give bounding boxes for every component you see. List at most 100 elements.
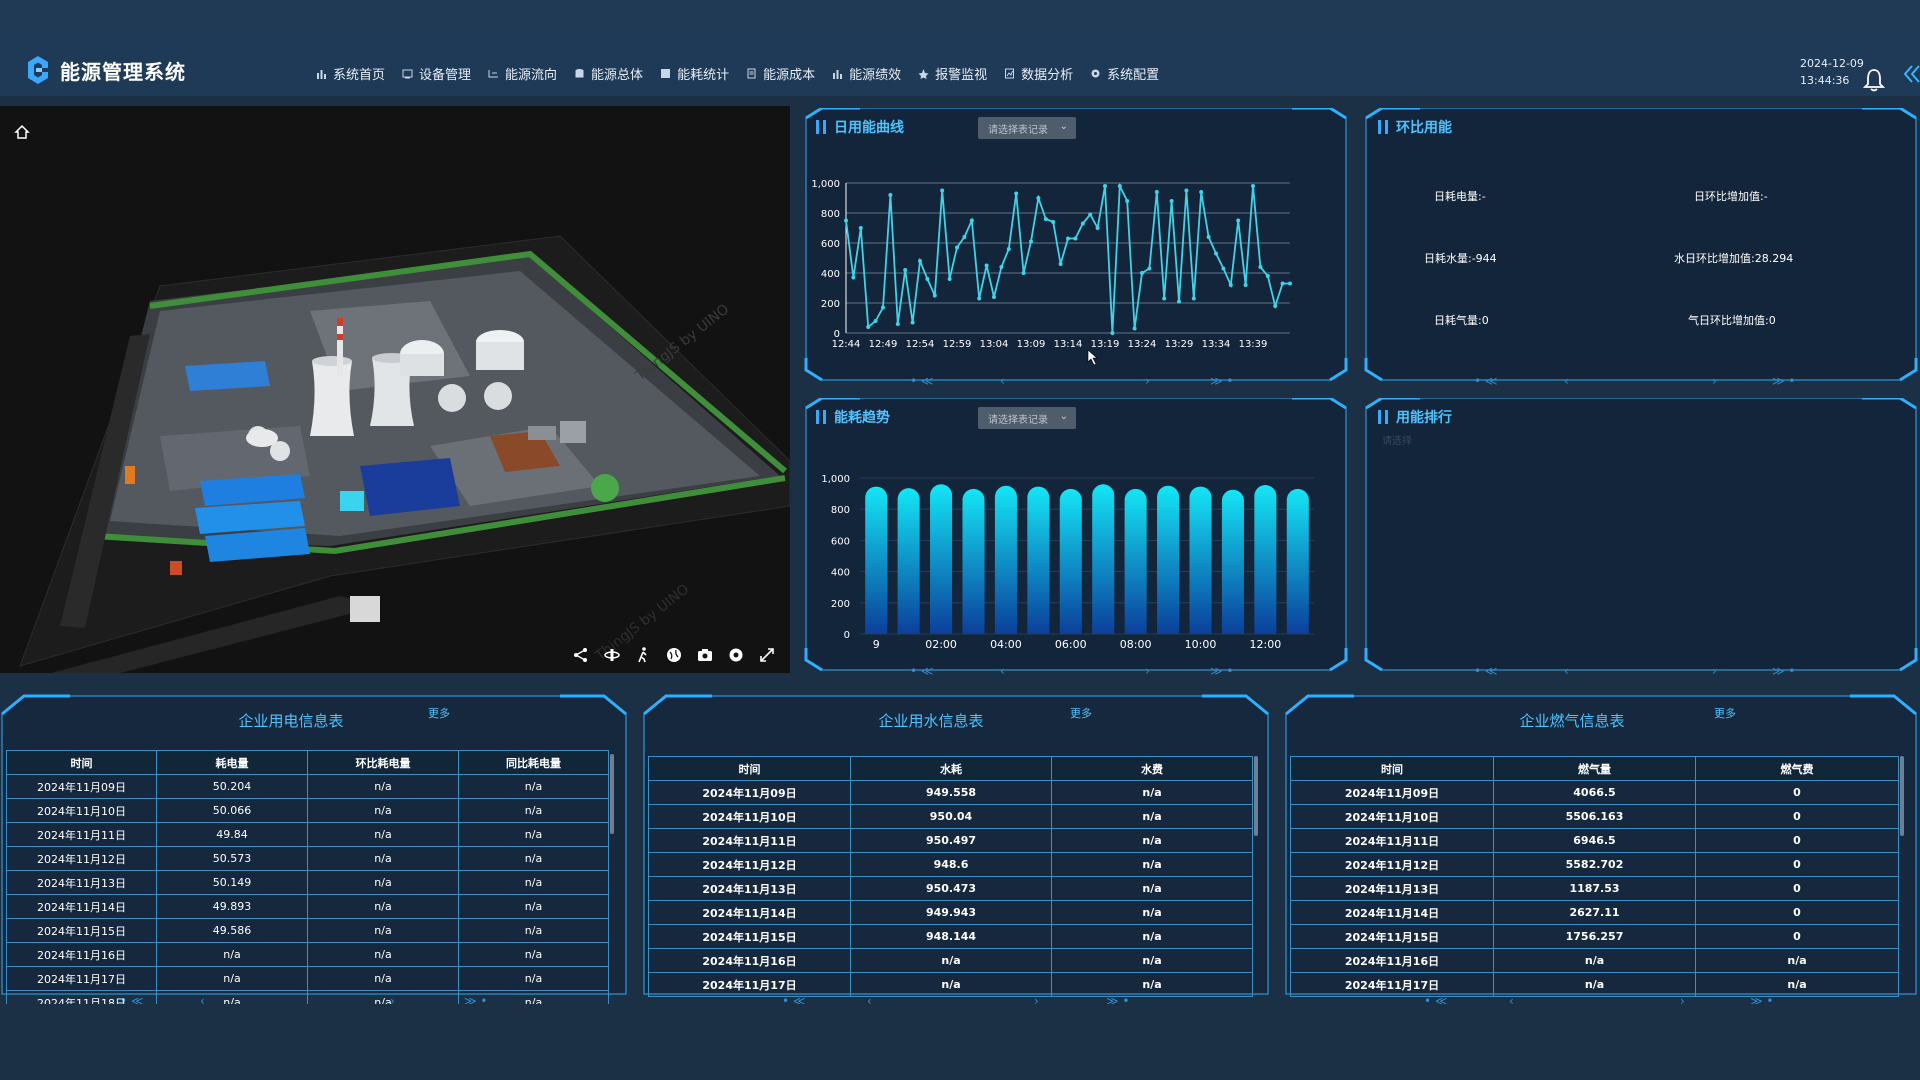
data-point	[1014, 191, 1019, 196]
table-cell: n/a	[1051, 852, 1253, 877]
column-header[interactable]: 水耗	[850, 756, 1052, 781]
table-cell: n/a	[307, 822, 459, 847]
table-cell: 2024年11月11日	[648, 828, 851, 853]
factory-3d-scene[interactable]: ThingJS by UINO ThingJS by UINO	[0, 106, 790, 673]
table-row[interactable]: 2024年11月12日 948.6 n/a	[648, 852, 1253, 877]
globe-icon[interactable]	[665, 646, 683, 664]
bar	[1254, 485, 1277, 634]
table-cell: n/a	[458, 870, 609, 895]
camera-icon[interactable]	[696, 646, 714, 664]
y-tick-label: 600	[831, 536, 850, 547]
table-row[interactable]: 2024年11月14日 2627.11 0	[1290, 900, 1899, 925]
table-row[interactable]: 2024年11月10日 950.04 n/a	[648, 804, 1253, 829]
bar	[1157, 485, 1180, 634]
table-row[interactable]: 2024年11月09日 949.558 n/a	[648, 780, 1253, 805]
table-row[interactable]: 2024年11月10日 50.066 n/a n/a	[6, 798, 609, 823]
column-header[interactable]: 燃气量	[1493, 756, 1696, 781]
column-header[interactable]: 耗电量	[156, 750, 308, 775]
scrollbar[interactable]	[610, 754, 614, 834]
water-more-link[interactable]: 更多	[1070, 705, 1092, 721]
collapse-arrow-icon[interactable]	[1902, 62, 1920, 86]
table-row[interactable]: 2024年11月17日 n/a n/a	[648, 972, 1253, 997]
table-row[interactable]: 2024年11月15日 49.586 n/a n/a	[6, 918, 609, 943]
fullscreen-icon[interactable]	[758, 646, 776, 664]
table-cell: n/a	[458, 894, 609, 919]
gas-table: 时间 燃气量 燃气费 2024年11月09日 4066.5 0 2024年11月10日 550…	[1290, 756, 1899, 997]
x-tick-label: 13:29	[1165, 339, 1194, 350]
nav-item-4[interactable]: 能耗统计	[660, 64, 729, 83]
energy-rank-panel: • ≪ ‹ › ≫ • 用能排行 请选择	[1362, 398, 1920, 680]
data-point	[925, 277, 930, 281]
table-row[interactable]: 2024年11月12日 50.573 n/a n/a	[6, 846, 609, 871]
table-row[interactable]: 2024年11月11日 950.497 n/a	[648, 828, 1253, 853]
data-point	[873, 319, 878, 323]
nav-item-6[interactable]: 能源绩效	[832, 64, 901, 83]
bar	[1286, 488, 1309, 634]
column-header[interactable]: 时间	[6, 750, 157, 775]
x-tick-label: 9	[873, 638, 880, 651]
logo-icon	[28, 56, 48, 84]
table-row[interactable]: 2024年11月14日 949.943 n/a	[648, 900, 1253, 925]
table-row[interactable]: 2024年11月17日 n/a n/a n/a	[6, 966, 609, 991]
table-row[interactable]: 2024年11月09日 50.204 n/a n/a	[6, 774, 609, 799]
nav-item-3[interactable]: 能源总体	[574, 64, 643, 83]
table-row[interactable]: 2024年11月14日 49.893 n/a n/a	[6, 894, 609, 919]
data-point	[1066, 236, 1070, 241]
nav-item-5[interactable]: 能源成本	[746, 64, 815, 83]
table-row[interactable]: 2024年11月11日 6946.5 0	[1290, 828, 1899, 853]
data-point	[1073, 236, 1078, 241]
table-cell: n/a	[1695, 948, 1899, 973]
rotate-icon[interactable]	[603, 646, 621, 664]
column-header[interactable]: 水费	[1051, 756, 1253, 781]
table-cell: n/a	[307, 966, 459, 991]
table-row[interactable]: 2024年11月13日 50.149 n/a n/a	[6, 870, 609, 895]
daily-water-value: 日耗水量:-944	[1424, 252, 1497, 265]
nav-item-8[interactable]: 数据分析	[1004, 64, 1073, 83]
nav-item-9[interactable]: 系统配置	[1090, 64, 1159, 83]
table-row[interactable]: 2024年11月10日 5506.163 0	[1290, 804, 1899, 829]
table-row[interactable]: 2024年11月13日 1187.53 0	[1290, 876, 1899, 901]
table-row[interactable]: 2024年11月12日 5582.702 0	[1290, 852, 1899, 877]
nav-item-0[interactable]: 系统首页	[316, 64, 385, 83]
data-point	[918, 259, 922, 263]
column-header[interactable]: 环比耗电量	[307, 750, 459, 775]
scrollbar[interactable]	[1254, 756, 1258, 836]
column-header[interactable]: 时间	[1290, 756, 1494, 781]
table-header-row: 时间 燃气量 燃气费	[1290, 756, 1899, 781]
nav-item-1[interactable]: 设备管理	[402, 64, 471, 83]
table-cell: n/a	[850, 972, 1052, 997]
table-row[interactable]: 2024年11月11日 49.84 n/a n/a	[6, 822, 609, 847]
y-tick-label: 400	[831, 568, 850, 579]
3d-scene-viewport[interactable]: ThingJS by UINO ThingJS by UINO	[0, 106, 790, 673]
table-row[interactable]: 2024年11月09日 4066.5 0	[1290, 780, 1899, 805]
nav-item-label: 能源绩效	[849, 68, 902, 83]
walk-icon[interactable]	[634, 646, 652, 664]
table-row[interactable]: 2024年11月16日 n/a n/a	[1290, 948, 1899, 973]
table-row[interactable]: 2024年11月17日 n/a n/a	[1290, 972, 1899, 997]
table-cell: 1756.257	[1493, 924, 1696, 949]
settings-icon[interactable]	[727, 646, 745, 664]
bell-icon[interactable]	[1863, 68, 1885, 92]
table-row[interactable]: 2024年11月16日 n/a n/a	[648, 948, 1253, 973]
app-logo[interactable]: 能源管理系统	[22, 54, 186, 86]
table-row[interactable]: 2024年11月13日 950.473 n/a	[648, 876, 1253, 901]
scrollbar[interactable]	[1900, 756, 1904, 836]
table-row[interactable]: 2024年11月16日 n/a n/a n/a	[6, 942, 609, 967]
data-point	[1191, 296, 1196, 301]
nav-item-2[interactable]: 能源流向	[488, 64, 557, 83]
electric-more-link[interactable]: 更多	[428, 705, 450, 721]
column-header[interactable]: 时间	[648, 756, 851, 781]
gas-more-link[interactable]: 更多	[1714, 705, 1736, 721]
share-icon[interactable]	[572, 646, 590, 664]
table-cell: 49.586	[156, 918, 308, 943]
home-icon[interactable]	[14, 124, 30, 140]
data-point	[1169, 199, 1174, 203]
data-point	[977, 296, 982, 301]
table-row[interactable]: 2024年11月15日 948.144 n/a	[648, 924, 1253, 949]
column-header[interactable]: 燃气费	[1695, 756, 1899, 781]
table-row[interactable]: 2024年11月15日 1756.257 0	[1290, 924, 1899, 949]
nav-item-7[interactable]: 报警监视	[918, 64, 987, 83]
bar	[1221, 489, 1244, 634]
column-header[interactable]: 同比耗电量	[458, 750, 609, 775]
gas-info-panel: • ≪ ‹ › ≫ • 企业燃气信息表 更多 时间 燃气量 燃气费 2024年11月0…	[1284, 694, 1920, 1006]
